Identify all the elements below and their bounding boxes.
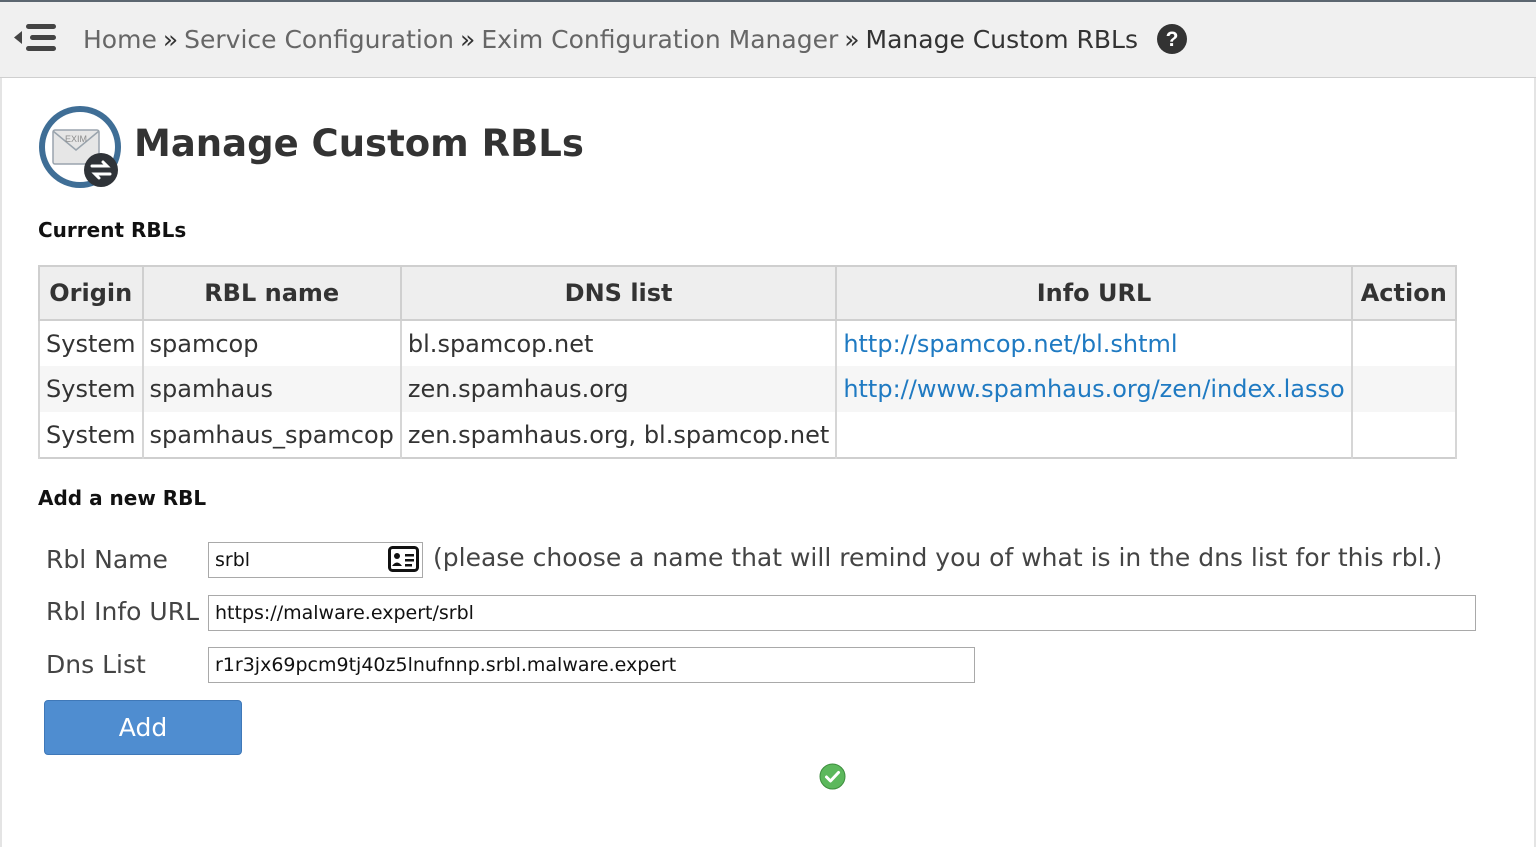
column-header-info-url: Info URL xyxy=(835,265,1353,321)
breadcrumb: Home» Service Configuration» Exim Configur… xyxy=(83,22,1188,58)
cell-rbl-name: spamcop xyxy=(141,320,402,366)
column-header-dns-list: DNS list xyxy=(399,265,838,321)
column-header-origin: Origin xyxy=(38,265,144,321)
cell-action xyxy=(1350,366,1457,412)
column-header-rbl-name: RBL name xyxy=(141,265,402,321)
dns-list-input[interactable] xyxy=(208,647,975,683)
help-icon[interactable]: ? xyxy=(1156,23,1188,55)
success-check-icon xyxy=(819,763,846,790)
breadcrumb-separator: » xyxy=(844,25,860,54)
cell-info-url xyxy=(835,412,1353,458)
top-bar: Home» Service Configuration» Exim Configur… xyxy=(0,0,1536,78)
svg-text:?: ? xyxy=(1166,28,1179,51)
cell-info-url: http://www.spamhaus.org/zen/index.lasso xyxy=(835,366,1353,412)
cell-action xyxy=(1350,320,1457,366)
table-header-row: Origin RBL name DNS list Info URL Action xyxy=(38,265,1457,321)
cell-origin: System xyxy=(38,412,144,458)
column-header-action: Action xyxy=(1350,265,1457,321)
exim-logo-icon: EXIM xyxy=(39,106,121,188)
cell-dns-list: zen.spamhaus.org, bl.spamcop.net xyxy=(399,412,838,458)
breadcrumb-separator: » xyxy=(162,25,179,54)
cell-rbl-name: spamhaus_spamcop xyxy=(141,412,402,458)
menu-collapse-icon[interactable] xyxy=(12,20,58,58)
info-url-link[interactable]: http://www.spamhaus.org/zen/index.lasso xyxy=(843,375,1344,403)
cell-rbl-name: spamhaus xyxy=(141,366,402,412)
add-button[interactable]: Add xyxy=(44,700,242,755)
current-rbls-table: Origin RBL name DNS list Info URL Action… xyxy=(38,265,1457,459)
rbl-name-hint: (please choose a name that will remind y… xyxy=(433,543,1443,572)
cell-origin: System xyxy=(38,320,144,366)
breadcrumb-service-configuration-link[interactable]: Service Configuration xyxy=(184,25,454,54)
add-rbl-heading: Add a new RBL xyxy=(38,486,207,510)
cell-origin: System xyxy=(38,366,144,412)
contact-card-icon[interactable] xyxy=(388,546,419,572)
breadcrumb-separator: » xyxy=(460,25,476,54)
cell-info-url: http://spamcop.net/bl.shtml xyxy=(835,320,1353,366)
current-rbls-heading: Current RBLs xyxy=(38,218,187,242)
breadcrumb-current: Manage Custom RBLs xyxy=(865,25,1138,54)
cell-action xyxy=(1350,412,1457,458)
cell-dns-list: bl.spamcop.net xyxy=(399,320,838,366)
rbl-info-url-input[interactable] xyxy=(208,595,1476,631)
info-url-link[interactable]: http://spamcop.net/bl.shtml xyxy=(843,330,1177,358)
breadcrumb-home-link[interactable]: Home xyxy=(83,25,157,54)
rbl-info-url-label: Rbl Info URL xyxy=(46,597,199,626)
table-row: System spamhaus_spamcop zen.spamhaus.org… xyxy=(38,412,1457,458)
table-row: System spamcop bl.spamcop.net http://spa… xyxy=(38,320,1457,366)
content-left-border xyxy=(0,78,2,847)
rbl-name-label: Rbl Name xyxy=(46,545,168,574)
breadcrumb-exim-manager-link[interactable]: Exim Configuration Manager xyxy=(481,25,838,54)
dns-list-label: Dns List xyxy=(46,650,146,679)
page-title: Manage Custom RBLs xyxy=(134,122,584,165)
exim-logo-text: EXIM xyxy=(65,134,87,144)
table-row: System spamhaus zen.spamhaus.org http://… xyxy=(38,366,1457,412)
cell-dns-list: zen.spamhaus.org xyxy=(399,366,838,412)
